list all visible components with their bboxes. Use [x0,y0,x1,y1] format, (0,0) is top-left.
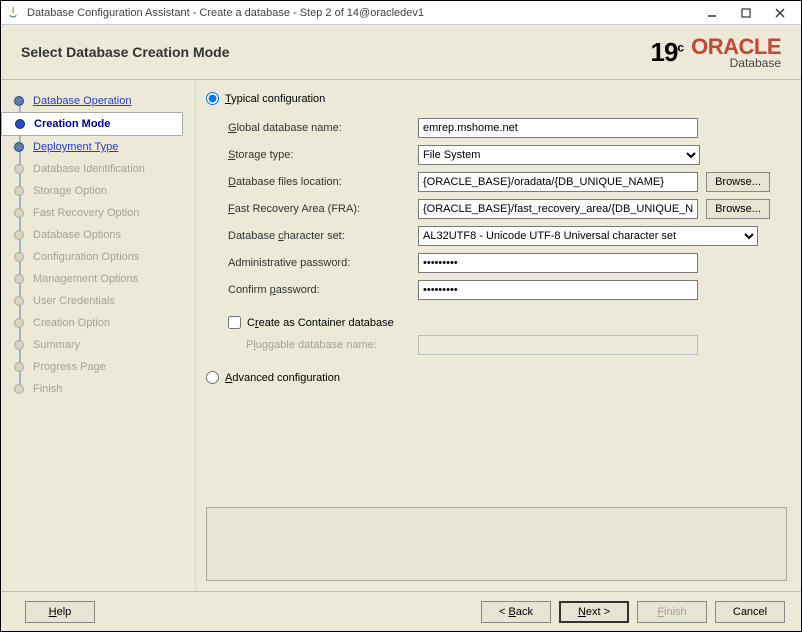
confirm-password-input[interactable] [418,280,698,300]
fra-browse-button[interactable]: Browse... [706,199,770,219]
main-content: Typical configuration Global database na… [196,80,801,591]
step-label: Storage Option [33,185,107,197]
wizard-step-summary: Summary [1,334,187,356]
wizard-step-database-options: Database Options [1,224,187,246]
global-db-name-input[interactable] [418,118,698,138]
step-label: Creation Mode [34,118,110,130]
step-dot-icon [14,208,24,218]
pluggable-db-input [418,335,698,355]
global-db-name-label: Global database name: [228,122,418,134]
step-dot-icon [14,362,24,372]
storage-type-label: Storage type: [228,149,418,161]
db-files-location-input[interactable] [418,172,698,192]
wizard-step-deployment-type[interactable]: Deployment Type [1,136,187,158]
container-db-label: Create as Container database [247,317,394,329]
wizard-step-creation-mode: Creation Mode [1,112,183,136]
finish-button: Finish [637,601,707,623]
wizard-step-creation-option: Creation Option [1,312,187,334]
confirm-password-label: Confirm password: [228,284,418,296]
message-area [206,507,787,581]
wizard-step-storage-option: Storage Option [1,180,187,202]
admin-password-label: Administrative password: [228,257,418,269]
wizard-step-management-options: Management Options [1,268,187,290]
footer: Help < Back Next > Finish Cancel [1,591,801,631]
step-dot-icon [14,296,24,306]
step-label: Summary [33,339,80,351]
cancel-button[interactable]: Cancel [715,601,785,623]
window-title: Database Configuration Assistant - Creat… [27,7,695,19]
close-button[interactable] [763,3,797,23]
fra-label: Fast Recovery Area (FRA): [228,203,418,215]
step-label: Finish [33,383,62,395]
step-label: Management Options [33,273,138,285]
titlebar: Database Configuration Assistant - Creat… [1,1,801,25]
wizard-step-fast-recovery-option: Fast Recovery Option [1,202,187,224]
typical-config-radio[interactable] [206,92,219,105]
step-label: Database Operation [33,95,131,107]
step-label: Fast Recovery Option [33,207,139,219]
step-dot-icon [14,384,24,394]
step-dot-icon [14,318,24,328]
step-dot-icon [14,96,24,106]
step-label: Creation Option [33,317,110,329]
java-icon [5,5,21,21]
advanced-config-radio[interactable] [206,371,219,384]
step-dot-icon [14,230,24,240]
pluggable-db-label: Pluggable database name: [246,339,418,351]
wizard-step-database-operation[interactable]: Database Operation [1,90,187,112]
wizard-step-user-credentials: User Credentials [1,290,187,312]
storage-type-select[interactable]: File System [418,145,700,165]
step-dot-icon [14,274,24,284]
step-dot-icon [14,252,24,262]
db-files-location-label: Database files location: [228,176,418,188]
step-label: Database Options [33,229,121,241]
header: Select Database Creation Mode 19c ORACLE… [1,25,801,80]
step-dot-icon [14,142,24,152]
maximize-button[interactable] [729,3,763,23]
step-label: Configuration Options [33,251,139,263]
advanced-config-label: Advanced configuration [225,372,340,384]
fra-input[interactable] [418,199,698,219]
step-label: Deployment Type [33,141,118,153]
wizard-step-database-identification: Database Identification [1,158,187,180]
wizard-step-configuration-options: Configuration Options [1,246,187,268]
step-label: User Credentials [33,295,115,307]
step-dot-icon [14,164,24,174]
page-title: Select Database Creation Mode [21,44,230,60]
step-dot-icon [15,119,25,129]
wizard-steps-sidebar: Database Operation Creation Mode Deploymen… [1,80,196,591]
step-dot-icon [14,340,24,350]
oracle-product: Database [730,56,781,70]
back-button[interactable]: < Back [481,601,551,623]
help-button[interactable]: Help [25,601,95,623]
step-label: Progress Page [33,361,106,373]
container-db-checkbox[interactable] [228,316,241,329]
charset-select[interactable]: AL32UTF8 - Unicode UTF-8 Universal chara… [418,226,758,246]
admin-password-input[interactable] [418,253,698,273]
step-label: Database Identification [33,163,145,175]
wizard-step-finish: Finish [1,378,187,400]
minimize-button[interactable] [695,3,729,23]
typical-config-label: Typical configuration [225,93,325,105]
wizard-step-progress-page: Progress Page [1,356,187,378]
step-dot-icon [14,186,24,196]
oracle-logo: 19c ORACLE Database [651,34,782,70]
app-window: Database Configuration Assistant - Creat… [0,0,802,632]
db-files-browse-button[interactable]: Browse... [706,172,770,192]
charset-label: Database character set: [228,230,418,242]
next-button[interactable]: Next > [559,601,629,623]
